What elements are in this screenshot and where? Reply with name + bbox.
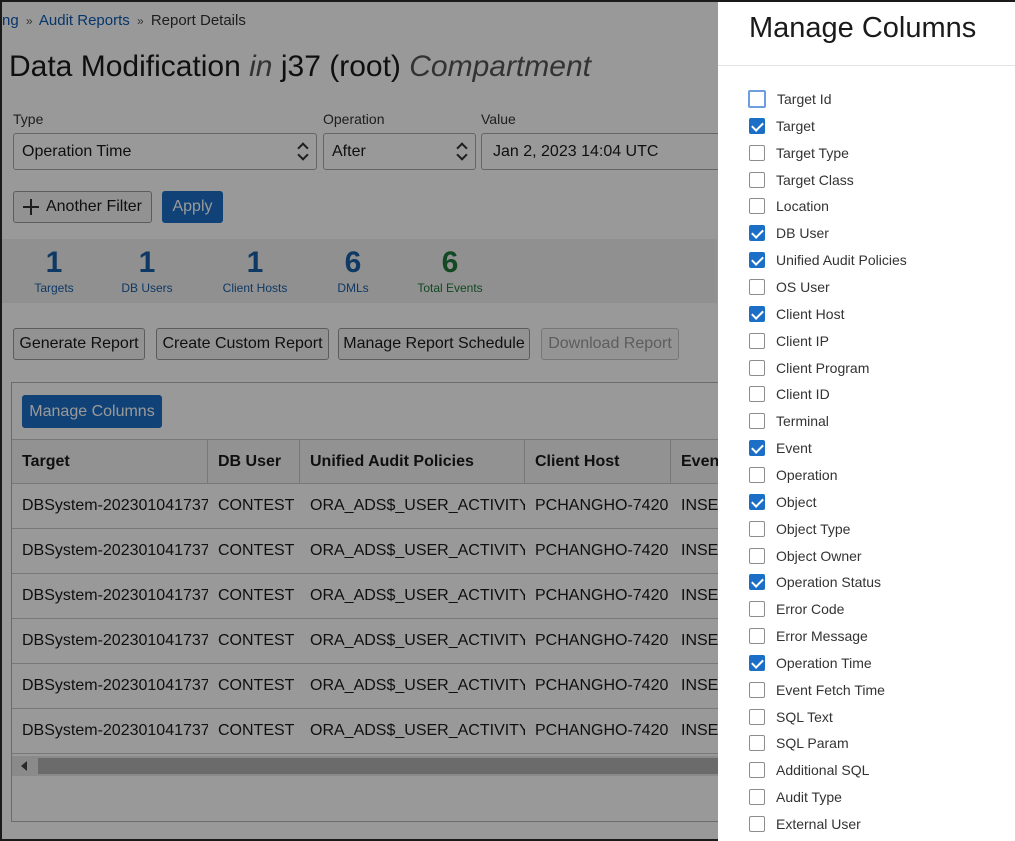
checkbox-unchecked-icon[interactable] — [749, 520, 765, 537]
checkbox-checked-icon[interactable] — [749, 654, 765, 671]
checkbox-unchecked-icon[interactable] — [749, 547, 765, 564]
column-option-label: External User — [776, 816, 861, 832]
checkbox-unchecked-icon[interactable] — [749, 413, 765, 430]
checkbox-unchecked-icon[interactable] — [749, 789, 765, 806]
column-option-error-code[interactable]: Error Code — [749, 599, 844, 619]
checkbox-unchecked-icon[interactable] — [749, 386, 765, 403]
column-option-label: SQL Param — [776, 735, 849, 752]
column-option-label: Operation — [776, 466, 838, 483]
column-option-operation[interactable]: Operation — [749, 465, 837, 485]
column-option-target[interactable]: Target — [749, 116, 815, 136]
column-option-label: Client Program — [776, 359, 870, 376]
checkbox-unchecked-icon[interactable] — [749, 359, 765, 376]
column-option-client-id[interactable]: Client ID — [749, 384, 830, 404]
column-option-external-user[interactable]: External User — [749, 814, 861, 834]
column-option-audit-type[interactable]: Audit Type — [749, 787, 842, 807]
column-option-unified-audit-policies[interactable]: Unified Audit Policies — [749, 250, 907, 270]
checkbox-unchecked-icon[interactable] — [749, 601, 765, 618]
column-option-label: Client IP — [776, 332, 829, 349]
column-option-label: Target Id — [777, 91, 832, 107]
column-option-event-fetch-time[interactable]: Event Fetch Time — [749, 680, 885, 700]
column-option-os-user[interactable]: OS User — [749, 277, 830, 297]
column-option-error-message[interactable]: Error Message — [749, 626, 868, 646]
checkbox-unchecked-icon[interactable] — [748, 90, 766, 108]
column-option-additional-sql[interactable]: Additional SQL — [749, 760, 869, 780]
column-option-label: Operation Status — [776, 574, 882, 591]
column-option-target-class[interactable]: Target Class — [749, 170, 854, 190]
checkbox-unchecked-icon[interactable] — [749, 681, 765, 698]
column-option-sql-param[interactable]: SQL Param — [749, 733, 849, 753]
column-option-label: Error Message — [776, 628, 868, 644]
manage-columns-drawer: Manage Columns Target Id Target Target Typ… — [718, 2, 1015, 841]
column-option-operation-time[interactable]: Operation Time — [749, 653, 872, 673]
column-option-label: DB User — [776, 225, 829, 242]
checkbox-checked-icon[interactable] — [749, 574, 765, 591]
column-option-label: Audit Type — [776, 789, 842, 806]
checkbox-unchecked-icon[interactable] — [749, 735, 765, 752]
column-option-label: Additional SQL — [776, 762, 870, 779]
column-option-label: OS User — [776, 279, 830, 295]
checkbox-unchecked-icon[interactable] — [749, 332, 765, 349]
column-option-client-host[interactable]: Client Host — [749, 304, 844, 324]
column-option-label: Object Type — [776, 520, 851, 537]
column-option-client-ip[interactable]: Client IP — [749, 331, 829, 351]
checkbox-checked-icon[interactable] — [749, 440, 765, 457]
column-option-label: Client ID — [776, 386, 830, 403]
column-option-db-user[interactable]: DB User — [749, 223, 829, 243]
column-option-client-program[interactable]: Client Program — [749, 358, 869, 378]
checkbox-unchecked-icon[interactable] — [749, 144, 765, 161]
checkbox-unchecked-icon[interactable] — [749, 171, 765, 188]
column-option-event[interactable]: Event — [749, 438, 812, 458]
column-option-sql-text[interactable]: SQL Text — [749, 707, 833, 727]
checkbox-unchecked-icon[interactable] — [749, 762, 765, 779]
column-option-label: Object — [776, 493, 817, 510]
column-option-label: Target — [776, 117, 815, 134]
column-option-label: Unified Audit Policies — [776, 252, 907, 269]
column-option-object-owner[interactable]: Object Owner — [749, 546, 862, 566]
checkbox-unchecked-icon[interactable] — [749, 279, 765, 295]
checkbox-unchecked-icon[interactable] — [749, 466, 765, 483]
column-option-label: Terminal — [776, 413, 829, 430]
column-option-label: Target Type — [776, 144, 849, 161]
checkbox-unchecked-icon[interactable] — [749, 628, 765, 644]
column-option-label: Client Host — [776, 305, 845, 322]
column-option-label: SQL Text — [776, 708, 833, 725]
column-option-label: Event — [776, 440, 812, 457]
column-option-label: Location — [776, 198, 829, 215]
column-option-object[interactable]: Object — [749, 492, 816, 512]
checkbox-unchecked-icon[interactable] — [749, 198, 765, 215]
column-option-location[interactable]: Location — [749, 196, 829, 216]
drawer-divider — [718, 65, 1015, 66]
drawer-title: Manage Columns — [749, 12, 977, 44]
column-option-label: Operation Time — [776, 654, 872, 671]
checkbox-unchecked-icon[interactable] — [749, 708, 765, 725]
checkbox-unchecked-icon[interactable] — [749, 816, 765, 832]
column-option-target-type[interactable]: Target Type — [749, 143, 849, 163]
checkbox-checked-icon[interactable] — [749, 252, 765, 269]
checkbox-checked-icon[interactable] — [749, 225, 765, 242]
checkbox-checked-icon[interactable] — [749, 305, 765, 322]
column-option-label: Target Class — [776, 171, 854, 188]
column-option-label: Error Code — [776, 601, 845, 618]
column-option-operation-status[interactable]: Operation Status — [749, 572, 881, 592]
column-option-terminal[interactable]: Terminal — [749, 411, 829, 431]
checkbox-checked-icon[interactable] — [749, 493, 765, 510]
column-option-label: Object Owner — [776, 547, 862, 564]
column-option-target-id[interactable]: Target Id — [748, 89, 832, 109]
checkbox-checked-icon[interactable] — [749, 117, 765, 134]
column-option-object-type[interactable]: Object Type — [749, 519, 850, 539]
column-option-label: Event Fetch Time — [776, 681, 885, 698]
